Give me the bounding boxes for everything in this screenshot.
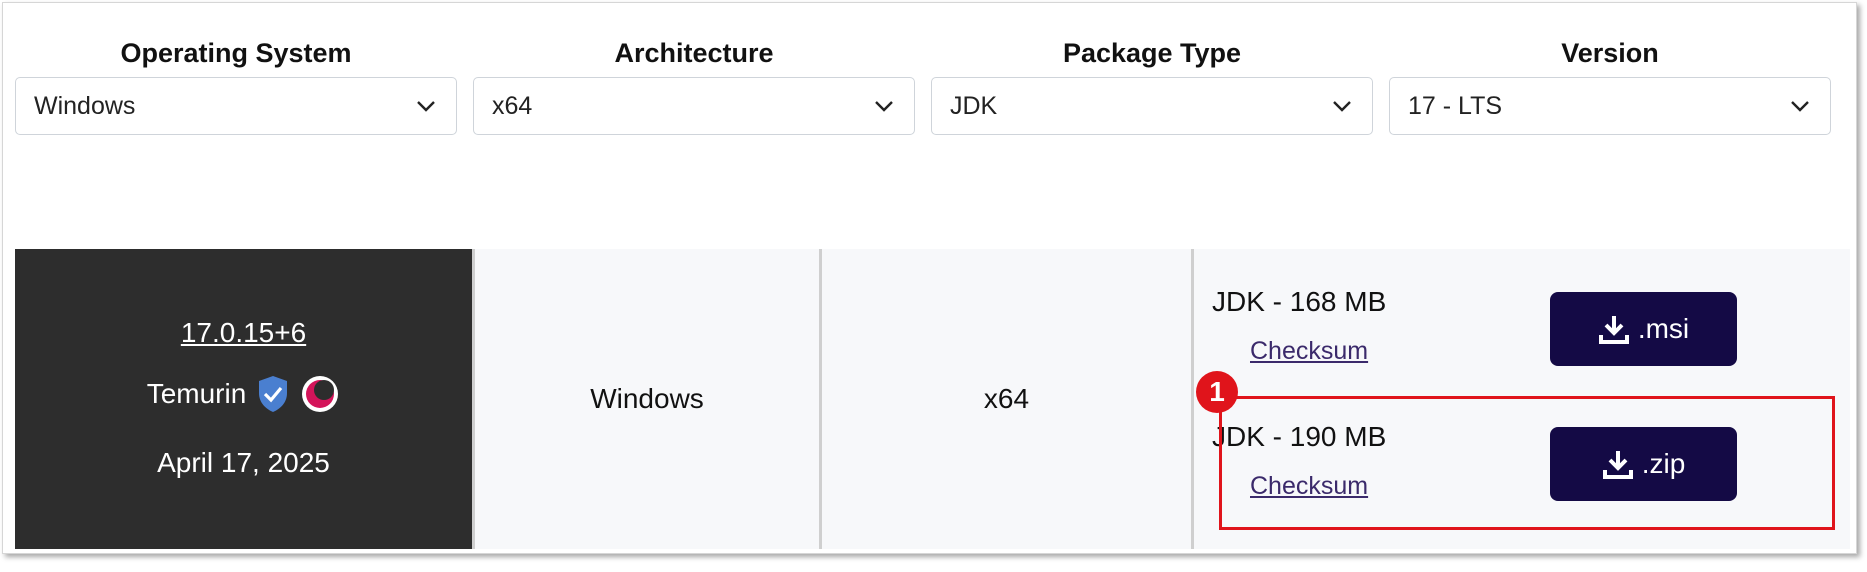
filter-version: Version 17 - LTS (1389, 33, 1831, 135)
select-value: JDK (950, 91, 998, 120)
select-value: 17 - LTS (1408, 91, 1503, 120)
chevron-down-icon (1333, 101, 1351, 112)
os-cell: Windows (590, 383, 704, 414)
package-size: JDK - 168 MB (1212, 286, 1387, 317)
download-panel: Operating System Windows Architecture x6… (2, 2, 1857, 554)
release-version-link[interactable]: 17.0.15+6 (15, 317, 472, 349)
release-info-cell: 17.0.15+6 Temurin April 17, 2025 (15, 249, 472, 549)
select-value: Windows (34, 91, 136, 120)
step-number-badge: 1 (1196, 371, 1238, 413)
version-select[interactable]: 17 - LTS (1389, 77, 1831, 135)
vendor-line: Temurin (15, 374, 472, 414)
eclipse-logo-icon (302, 376, 339, 412)
release-date: April 17, 2025 (157, 447, 330, 478)
package-type-select[interactable]: JDK (931, 77, 1373, 135)
filter-architecture: Architecture x64 (473, 33, 915, 135)
filter-package-type: Package Type JDK (931, 33, 1373, 135)
filter-label: Package Type (1062, 38, 1242, 68)
chevron-down-icon (417, 101, 435, 112)
arch-cell: x64 (983, 383, 1030, 414)
vendor-name: Temurin (146, 378, 247, 409)
select-value: x64 (492, 91, 533, 120)
button-label: .msi (1637, 313, 1690, 344)
download-msi-button[interactable]: .msi (1550, 292, 1737, 366)
chevron-down-icon (1791, 101, 1809, 112)
download-icon (1598, 316, 1629, 344)
verified-shield-icon (259, 376, 288, 412)
architecture-select[interactable]: x64 (473, 77, 915, 135)
filter-operating-system: Operating System Windows (15, 33, 457, 135)
checksum-link[interactable]: Checksum (1250, 337, 1368, 366)
filter-label: Operating System (120, 38, 352, 68)
highlight-box (1219, 396, 1835, 530)
filter-label: Architecture (614, 38, 774, 68)
chevron-down-icon (875, 101, 893, 112)
os-select[interactable]: Windows (15, 77, 457, 135)
column-divider (1191, 249, 1194, 549)
filter-label: Version (1561, 38, 1659, 68)
